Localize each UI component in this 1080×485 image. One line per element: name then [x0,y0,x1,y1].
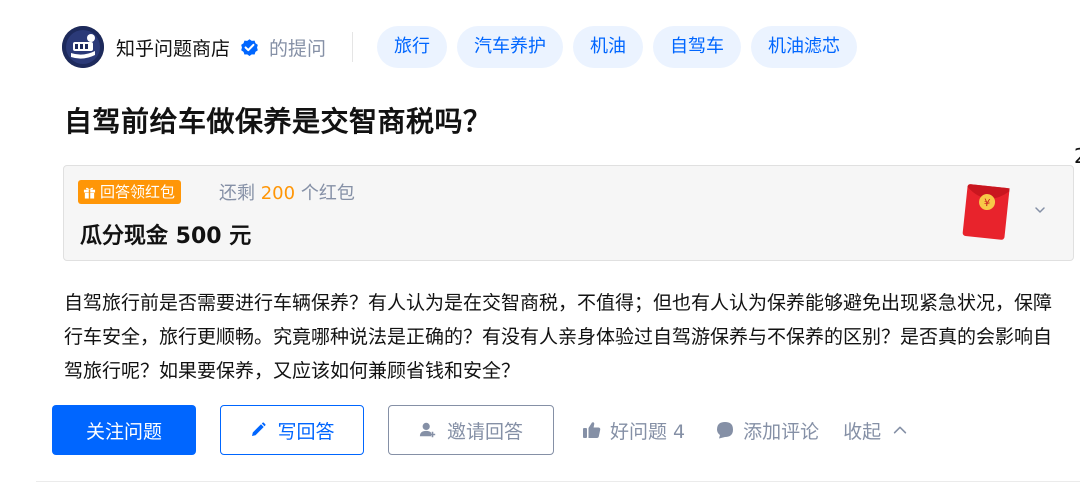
good-question-label: 好问题 4 [610,420,686,443]
question-header: 知乎问题商店 的提问 旅行 汽车养护 机油 自驾车 机油滤芯 [62,25,858,69]
avatar[interactable] [62,26,104,68]
gift-icon [83,187,96,199]
invite-answer-button[interactable]: 邀请回答 [388,405,554,455]
good-question-button[interactable]: 好问题 4 [582,417,685,444]
reward-remain-count: 200 [260,183,296,204]
red-envelope-icon: ¥ [962,184,1010,240]
add-comment-button[interactable]: 添加评论 [715,417,819,444]
svg-text:¥: ¥ [983,198,990,210]
topic-tags: 旅行 汽车养护 机油 自驾车 机油滤芯 [377,26,858,68]
add-comment-label: 添加评论 [743,420,820,443]
reward-badge-label: 回答领红包 [100,183,176,201]
reward-card[interactable]: 回答领红包 还剩 200 个红包 瓜分现金 500 元 ¥ [63,165,1074,261]
reward-remain-prefix: 还剩 [219,183,255,204]
comment-bubble-icon [717,422,734,439]
question-actions: 关注问题 写回答 邀请回答 好问题 4 添加评论 收起 [52,405,909,455]
reward-remaining: 还剩 200 个红包 [219,179,355,205]
avatar-logo-icon [62,26,104,68]
write-answer-label: 写回答 [277,420,335,443]
thumbs-up-icon [583,422,601,438]
topic-tag[interactable]: 汽车养护 [457,26,564,68]
chevron-down-icon[interactable] [1032,202,1048,218]
collapse-label: 收起 [843,420,882,443]
follow-question-button[interactable]: 关注问题 [52,405,196,455]
reward-title: 瓜分现金 500 元 [80,224,252,249]
collapse-button[interactable]: 收起 [843,417,909,444]
asked-label: 的提问 [269,37,327,60]
pencil-icon [252,422,267,436]
follow-question-label: 关注问题 [85,420,162,443]
bottom-divider [36,481,1080,482]
topic-tag[interactable]: 旅行 [377,26,448,68]
question-title: 自驾前给车做保养是交智商税吗？ [64,105,492,138]
topic-tag[interactable]: 机油滤芯 [751,26,858,68]
question-description: 自驾旅行前是否需要进行车辆保养？有人认为是在交智商税，不值得；但也有人认为保养能… [64,292,1053,382]
add-person-icon [419,422,436,438]
asker-name[interactable]: 知乎问题商店 [116,34,230,61]
topic-tag[interactable]: 机油 [573,26,644,68]
topic-tag[interactable]: 自驾车 [653,26,742,68]
invite-answer-label: 邀请回答 [446,420,523,443]
chevron-up-icon [893,426,907,434]
header-divider [352,32,354,62]
reward-remain-suffix: 个红包 [300,183,355,204]
edge-number: 2 [1074,144,1080,168]
verified-badge-icon [241,38,258,56]
reward-badge: 回答领红包 [78,180,182,204]
write-answer-button[interactable]: 写回答 [220,405,364,455]
